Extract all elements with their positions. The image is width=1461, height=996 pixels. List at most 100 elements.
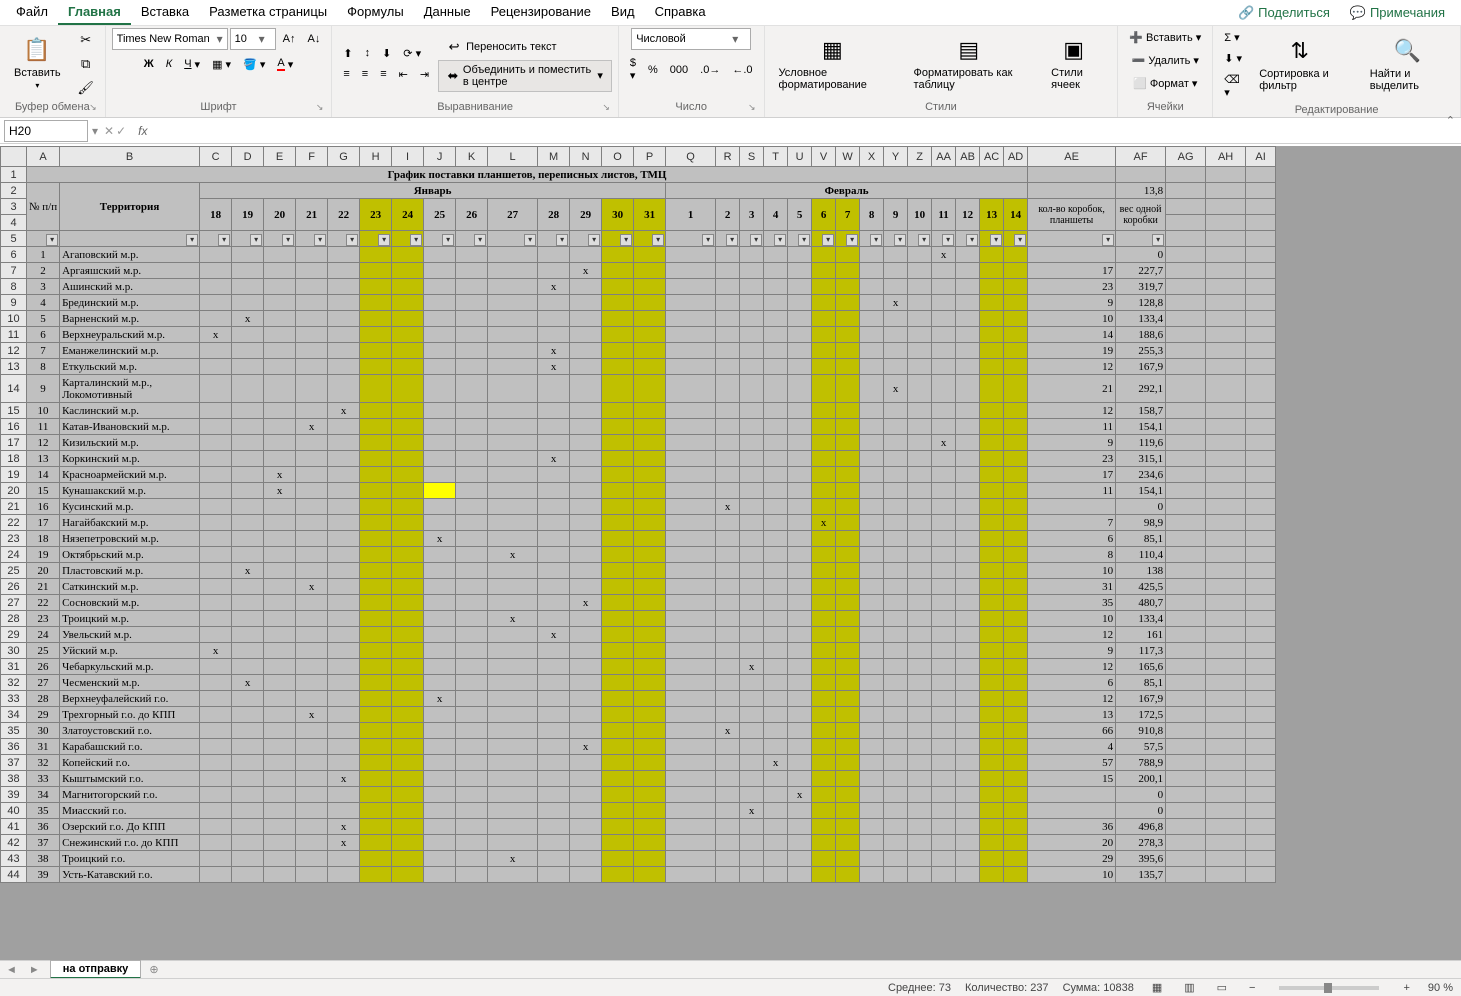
increase-indent-button[interactable]: ⇥: [415, 65, 434, 84]
align-left-button[interactable]: ≡: [338, 65, 354, 84]
orientation-button[interactable]: ⟳ ▾: [398, 44, 426, 63]
filter-dropdown[interactable]: [1028, 231, 1116, 247]
align-middle-button[interactable]: ↕: [360, 44, 376, 63]
row-header[interactable]: 19: [1, 467, 27, 483]
percent-button[interactable]: %: [643, 54, 663, 85]
col-header[interactable]: B: [60, 147, 200, 167]
col-header[interactable]: I: [392, 147, 424, 167]
col-header[interactable]: Q: [666, 147, 716, 167]
filter-dropdown[interactable]: [360, 231, 392, 247]
fx-icon[interactable]: fx: [132, 124, 153, 138]
row-header[interactable]: 25: [1, 563, 27, 579]
filter-dropdown[interactable]: [424, 231, 456, 247]
underline-button[interactable]: Ч ▾: [179, 54, 205, 74]
filter-dropdown[interactable]: [296, 231, 328, 247]
formula-input[interactable]: [154, 120, 1461, 142]
share-button[interactable]: 🔗Поделиться: [1228, 1, 1340, 25]
zoom-in-button[interactable]: +: [1399, 982, 1413, 994]
autosum-button[interactable]: Σ ▾: [1219, 28, 1247, 47]
row-header[interactable]: 9: [1, 295, 27, 311]
filter-dropdown[interactable]: [716, 231, 740, 247]
filter-dropdown[interactable]: [956, 231, 980, 247]
filter-dropdown[interactable]: [27, 231, 60, 247]
menu-главная[interactable]: Главная: [58, 0, 131, 25]
row-header[interactable]: 37: [1, 755, 27, 771]
row-header[interactable]: 34: [1, 707, 27, 723]
filter-dropdown[interactable]: [812, 231, 836, 247]
row-header[interactable]: 15: [1, 403, 27, 419]
comma-button[interactable]: 000: [665, 54, 693, 85]
row-header[interactable]: 10: [1, 311, 27, 327]
decrease-decimal-button[interactable]: ←.0: [727, 54, 757, 85]
accept-formula-button[interactable]: ✓: [116, 124, 126, 138]
menu-разметка страницы[interactable]: Разметка страницы: [199, 0, 337, 25]
row-header[interactable]: 21: [1, 499, 27, 515]
col-header[interactable]: P: [634, 147, 666, 167]
col-header[interactable]: S: [740, 147, 764, 167]
col-header[interactable]: AI: [1246, 147, 1276, 167]
wrap-text-button[interactable]: ↩Переносить текст: [438, 36, 612, 58]
spreadsheet-grid[interactable]: ABCDEFGHIJKLMNOPQRSTUVWXYZAAABACADAEAFAG…: [0, 146, 1461, 960]
row-header[interactable]: 42: [1, 835, 27, 851]
filter-dropdown[interactable]: [836, 231, 860, 247]
comments-button[interactable]: 💬Примечания: [1340, 1, 1455, 25]
col-header[interactable]: F: [296, 147, 328, 167]
row-header[interactable]: 29: [1, 627, 27, 643]
row-header[interactable]: 1: [1, 167, 27, 183]
add-sheet-button[interactable]: ⊕: [141, 963, 166, 976]
col-header[interactable]: M: [538, 147, 570, 167]
col-header[interactable]: R: [716, 147, 740, 167]
filter-dropdown[interactable]: [932, 231, 956, 247]
col-header[interactable]: AC: [980, 147, 1004, 167]
col-header[interactable]: L: [488, 147, 538, 167]
name-box[interactable]: [4, 120, 88, 142]
col-header[interactable]: J: [424, 147, 456, 167]
copy-button[interactable]: ⧉: [73, 53, 99, 75]
row-header[interactable]: 13: [1, 359, 27, 375]
filter-dropdown[interactable]: [860, 231, 884, 247]
font-name-select[interactable]: ▾: [112, 28, 228, 50]
col-header[interactable]: AE: [1028, 147, 1116, 167]
format-painter-button[interactable]: 🖌: [73, 77, 99, 99]
menu-вставка[interactable]: Вставка: [131, 0, 199, 25]
row-header[interactable]: 33: [1, 691, 27, 707]
find-select-button[interactable]: 🔍Найти и выделить: [1362, 34, 1454, 96]
filter-dropdown[interactable]: [264, 231, 296, 247]
row-header[interactable]: 35: [1, 723, 27, 739]
fill-button[interactable]: ⬇ ▾: [1219, 49, 1247, 68]
zoom-slider[interactable]: [1279, 986, 1379, 990]
filter-dropdown[interactable]: [488, 231, 538, 247]
row-header[interactable]: 17: [1, 435, 27, 451]
col-header[interactable]: E: [264, 147, 296, 167]
insert-cells-button[interactable]: ➕ Вставить ▾: [1124, 28, 1206, 47]
col-header[interactable]: AF: [1116, 147, 1166, 167]
row-header[interactable]: 28: [1, 611, 27, 627]
row-header[interactable]: 30: [1, 643, 27, 659]
row-header[interactable]: 31: [1, 659, 27, 675]
row-header[interactable]: 23: [1, 531, 27, 547]
filter-dropdown[interactable]: [764, 231, 788, 247]
filter-dropdown[interactable]: [602, 231, 634, 247]
chevron-down-icon[interactable]: ▾: [255, 32, 269, 46]
row-header[interactable]: 39: [1, 787, 27, 803]
col-header[interactable]: Z: [908, 147, 932, 167]
zoom-out-button[interactable]: −: [1245, 982, 1259, 994]
zoom-level[interactable]: 90 %: [1428, 982, 1453, 994]
filter-dropdown[interactable]: [788, 231, 812, 247]
filter-dropdown[interactable]: [392, 231, 424, 247]
col-header[interactable]: G: [328, 147, 360, 167]
row-header[interactable]: 32: [1, 675, 27, 691]
col-header[interactable]: W: [836, 147, 860, 167]
filter-dropdown[interactable]: [232, 231, 264, 247]
delete-cells-button[interactable]: ➖ Удалить ▾: [1127, 51, 1204, 70]
col-header[interactable]: U: [788, 147, 812, 167]
bold-button[interactable]: Ж: [139, 54, 159, 74]
conditional-format-button[interactable]: ▦Условное форматирование: [771, 33, 902, 95]
filter-dropdown[interactable]: [328, 231, 360, 247]
row-header[interactable]: 24: [1, 547, 27, 563]
filter-dropdown[interactable]: [1004, 231, 1028, 247]
font-color-button[interactable]: A ▾: [272, 54, 298, 74]
col-header[interactable]: O: [602, 147, 634, 167]
align-right-button[interactable]: ≡: [375, 65, 391, 84]
number-format-select[interactable]: ▾: [631, 28, 751, 50]
